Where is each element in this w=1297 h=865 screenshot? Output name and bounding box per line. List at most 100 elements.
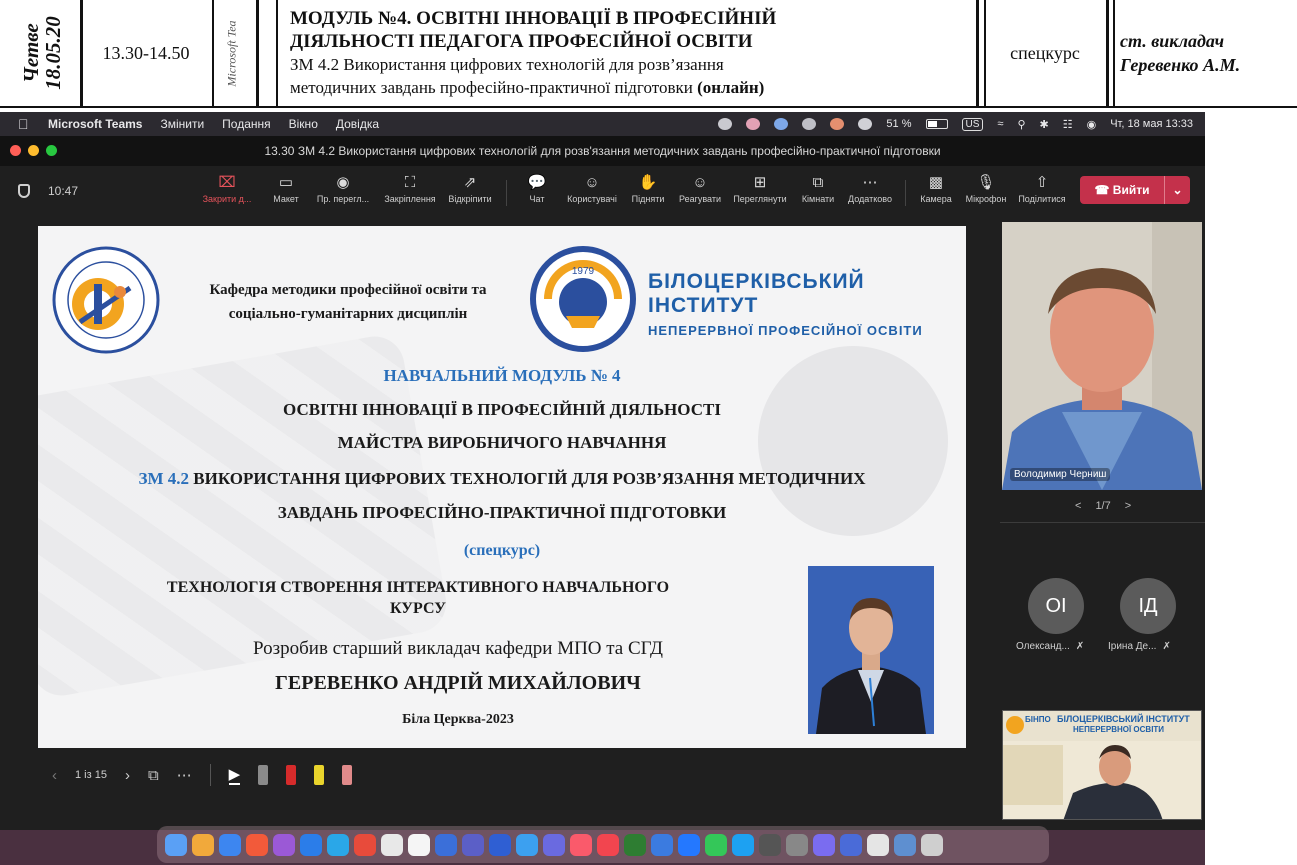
prev-slide-icon[interactable]: ‹ xyxy=(52,767,57,784)
highlighter-icon[interactable] xyxy=(314,765,325,785)
logo-year: 1979 xyxy=(572,266,595,277)
rooms-button[interactable]: ⧉ Кімнати xyxy=(790,172,846,204)
dock-app-icon[interactable] xyxy=(786,833,808,856)
grid-icon: ⊞ xyxy=(753,174,767,191)
pin-button[interactable]: ⛶ Закріплення xyxy=(382,172,438,204)
dock-app-icon[interactable] xyxy=(624,833,646,856)
pen-gray-icon[interactable] xyxy=(258,765,269,785)
raise-hand-button[interactable]: ✋ Підняти xyxy=(620,172,676,204)
dock-app-icon[interactable] xyxy=(867,833,889,856)
keyboard-layout[interactable]: US xyxy=(961,117,984,131)
participant-label: Ірина Де... ✗ xyxy=(1108,641,1171,652)
dock-app-icon[interactable] xyxy=(570,833,592,856)
dock-app-icon[interactable] xyxy=(165,833,187,856)
wifi-icon[interactable]: ≈ xyxy=(997,118,1003,130)
author-photo xyxy=(808,566,934,734)
more-options-icon[interactable]: ⋯ xyxy=(177,766,192,784)
chevron-left-icon[interactable]: < xyxy=(1075,500,1081,512)
dock-app-icon[interactable] xyxy=(489,833,511,856)
dock-app-icon[interactable] xyxy=(840,833,862,856)
dock-app-icon[interactable] xyxy=(462,833,484,856)
participant-video-main[interactable] xyxy=(1002,222,1202,490)
menu-item-help[interactable]: Довідка xyxy=(336,117,379,131)
chevron-right-icon[interactable]: > xyxy=(1125,500,1131,512)
siri-icon[interactable]: ◉ xyxy=(1087,118,1097,131)
dock-app-icon[interactable] xyxy=(273,833,295,856)
dock-app-icon[interactable] xyxy=(759,833,781,856)
dock-app-icon[interactable] xyxy=(678,833,700,856)
eraser-icon[interactable] xyxy=(342,765,353,785)
dock-app-icon[interactable] xyxy=(435,833,457,856)
dock-app-icon[interactable] xyxy=(894,833,916,856)
apple-menu-icon[interactable]:  xyxy=(18,116,32,132)
dock-app-icon[interactable] xyxy=(732,833,754,856)
avatar[interactable]: ОІ xyxy=(1028,578,1084,634)
status-app-icon[interactable] xyxy=(802,118,817,130)
slide-zm-prefix: ЗМ 4.2 xyxy=(138,469,190,488)
schedule-time: 13.30-14.50 xyxy=(102,42,190,63)
self-video[interactable]: БІНПО БІЛОЦЕРКІВСЬКИЙ ІНСТИТУТ НЕПЕРЕРВН… xyxy=(1002,710,1202,820)
spotlight-icon[interactable]: ⚲ xyxy=(1017,118,1025,131)
next-slide-icon[interactable]: › xyxy=(125,767,130,784)
dock-app-icon[interactable] xyxy=(705,833,727,856)
view-button[interactable]: ⊞ Переглянути xyxy=(732,172,788,204)
share-label: Поділитися xyxy=(1018,194,1066,204)
camera-button[interactable]: ▩ Камера xyxy=(908,172,964,204)
people-button[interactable]: ☺ Користувачі xyxy=(564,172,620,204)
control-center-icon[interactable]: ☷ xyxy=(1063,118,1073,131)
dock-app-icon[interactable] xyxy=(381,833,403,856)
dock-app-icon[interactable] xyxy=(354,833,376,856)
dock-app-icon[interactable] xyxy=(516,833,538,856)
status-app-icon[interactable] xyxy=(774,118,789,130)
dock-app-icon[interactable] xyxy=(921,833,943,856)
menu-item-window[interactable]: Вікно xyxy=(289,117,318,131)
participant-name: Ірина Де... xyxy=(1108,641,1157,652)
bluetooth-icon[interactable]: ✱ xyxy=(1040,118,1049,131)
menu-item-view[interactable]: Подання xyxy=(222,117,270,131)
menu-item-edit[interactable]: Змінити xyxy=(160,117,204,131)
status-app-icon[interactable] xyxy=(746,118,761,130)
schedule-type: спецкурс xyxy=(1010,42,1080,63)
status-app-icon[interactable] xyxy=(718,118,733,130)
dock-app-icon[interactable] xyxy=(327,833,349,856)
status-app-icon[interactable] xyxy=(830,118,845,130)
dock-app-icon[interactable] xyxy=(408,833,430,856)
dock-app-icon[interactable] xyxy=(246,833,268,856)
battery-icon[interactable] xyxy=(925,119,948,129)
schedule-day-cell: Четве 18.05.20 xyxy=(10,0,74,106)
pointer-tool-icon[interactable]: ▶ xyxy=(228,765,241,785)
chevron-down-icon[interactable]: ⌄ xyxy=(1164,176,1190,204)
presenter-preview-button[interactable]: ◉ Пр. перегл... xyxy=(315,172,371,204)
dock-app-icon[interactable] xyxy=(543,833,565,856)
chat-label: Чат xyxy=(529,194,545,204)
slides-grid-icon[interactable]: ⧉ xyxy=(148,767,159,784)
react-button[interactable]: ☺ Реагувати xyxy=(672,172,728,204)
rooms-label: Кімнати xyxy=(801,194,835,204)
microphone-button[interactable]: 🎙 Мікрофон xyxy=(958,172,1014,204)
shield-icon[interactable] xyxy=(18,184,30,198)
layout-button[interactable]: ▭ Макет xyxy=(258,172,314,204)
schedule-module-line1: МОДУЛЬ №4. ОСВІТНІ ІННОВАЦІЇ В ПРОФЕСІЙН… xyxy=(290,8,777,29)
menubar-clock[interactable]: Чт, 18 мая 13:33 xyxy=(1110,118,1193,130)
more-button[interactable]: ⋯ Додатково xyxy=(842,172,898,204)
avatar[interactable]: ІД xyxy=(1120,578,1176,634)
dock-app-icon[interactable] xyxy=(219,833,241,856)
dock-app-icon[interactable] xyxy=(597,833,619,856)
participant-main-name: Володимир Черниш xyxy=(1010,468,1111,481)
chat-button[interactable]: 💬 Чат xyxy=(509,172,565,204)
slide-author-name: ГЕРЕВЕНКО АНДРІЙ МИХАЙЛОВИЧ xyxy=(275,672,641,694)
leave-button[interactable]: ☎ Вийти ⌄ xyxy=(1080,176,1190,204)
popout-button[interactable]: ⇗ Відкріпити xyxy=(442,172,498,204)
dock-app-icon[interactable] xyxy=(192,833,214,856)
close-share-button[interactable]: ⌧ Закрити д... xyxy=(199,172,255,204)
share-button[interactable]: ⇧ Поділитися xyxy=(1014,172,1070,204)
popout-label: Відкріпити xyxy=(448,194,492,204)
dock-app-icon[interactable] xyxy=(651,833,673,856)
dock-app-icon[interactable] xyxy=(300,833,322,856)
pen-red-icon[interactable] xyxy=(286,765,297,785)
menu-app-name[interactable]: Microsoft Teams xyxy=(48,117,142,131)
participant-pager: < 1/7 > xyxy=(1075,500,1131,512)
shared-slide: Кафедра методики професійної освіти та с… xyxy=(38,226,966,748)
status-app-icon[interactable] xyxy=(858,118,873,130)
dock-app-icon[interactable] xyxy=(813,833,835,856)
